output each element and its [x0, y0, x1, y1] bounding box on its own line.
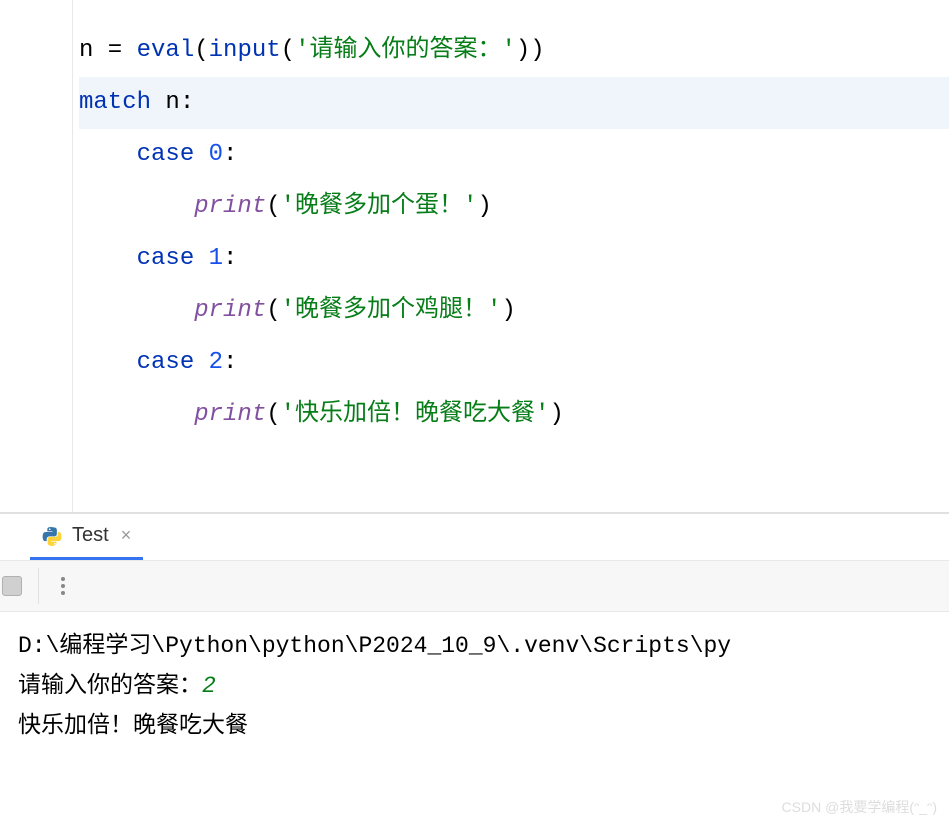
- console-panel: Test × D:\编程学习\Python\python\P2024_10_9\…: [0, 512, 949, 825]
- code-line-5[interactable]: case 1:: [79, 233, 949, 285]
- code-line-3[interactable]: case 0:: [79, 129, 949, 181]
- code-line-7[interactable]: case 2:: [79, 337, 949, 389]
- code-line-6[interactable]: print('晚餐多加个鸡腿！'): [79, 285, 949, 337]
- code-line-1[interactable]: n = eval(input('请输入你的答案：')): [79, 25, 949, 77]
- more-actions-icon[interactable]: [61, 577, 65, 595]
- tab-test[interactable]: Test ×: [30, 514, 143, 560]
- close-icon[interactable]: ×: [121, 525, 132, 546]
- tab-bar: Test ×: [0, 514, 949, 560]
- code-content[interactable]: n = eval(input('请输入你的答案：')) match n: cas…: [73, 0, 949, 512]
- gutter: [0, 0, 73, 512]
- console-output[interactable]: D:\编程学习\Python\python\P2024_10_9\.venv\S…: [0, 612, 949, 760]
- code-editor: n = eval(input('请输入你的答案：')) match n: cas…: [0, 0, 949, 512]
- python-icon: [42, 525, 64, 547]
- code-line-8[interactable]: print('快乐加倍！晚餐吃大餐'): [79, 389, 949, 441]
- tab-label: Test: [72, 524, 109, 547]
- console-toolbar: [0, 560, 949, 612]
- stop-button[interactable]: [2, 576, 22, 596]
- watermark: CSDN @我要学编程(ᵔ_ᵔ): [782, 797, 937, 817]
- code-line-4[interactable]: print('晚餐多加个蛋！'): [79, 181, 949, 233]
- toolbar-divider: [38, 568, 39, 604]
- console-prompt-line: 请输入你的答案：2: [18, 666, 931, 706]
- code-line-2[interactable]: match n:: [79, 77, 949, 129]
- console-output-line: 快乐加倍！晚餐吃大餐: [18, 706, 931, 746]
- console-path-line: D:\编程学习\Python\python\P2024_10_9\.venv\S…: [18, 626, 931, 666]
